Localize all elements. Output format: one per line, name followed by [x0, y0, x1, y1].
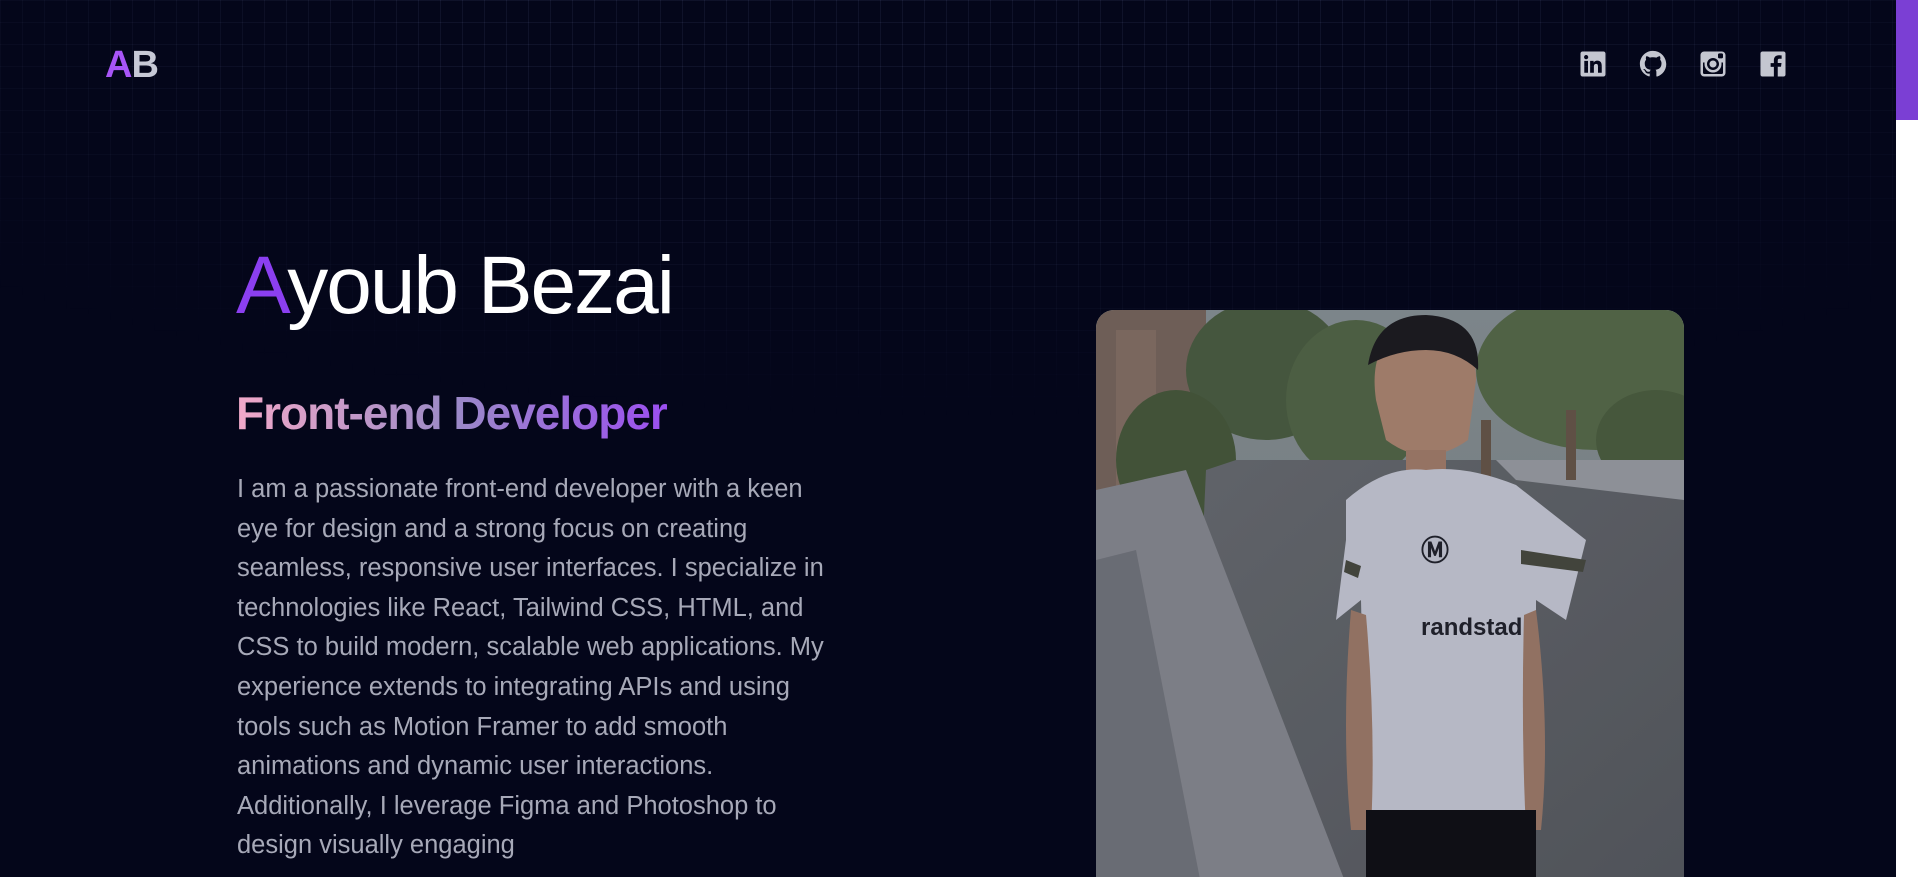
- social-links: [1578, 49, 1788, 79]
- github-icon: [1639, 50, 1667, 77]
- linkedin-icon: [1580, 51, 1606, 77]
- hero-role: Front-end Developer: [236, 387, 668, 439]
- profile-photo-image: randstad Ⓜ: [1096, 310, 1684, 877]
- linkedin-link[interactable]: [1578, 49, 1608, 79]
- logo-letter-a: A: [105, 44, 132, 86]
- facebook-icon: [1760, 51, 1786, 77]
- portfolio-page: AB Ayoub Bezai Front-end Developer I am …: [0, 0, 1918, 877]
- scrollbar[interactable]: [1896, 0, 1918, 877]
- profile-photo: randstad Ⓜ: [1096, 310, 1684, 877]
- site-logo[interactable]: AB: [105, 44, 159, 87]
- hero-name-first-letter: A: [236, 240, 289, 331]
- hero-name: Ayoub Bezai: [236, 245, 675, 327]
- logo-letter-b: B: [131, 44, 158, 86]
- hero-name-rest: youb Bezai: [287, 240, 675, 331]
- scrollbar-thumb[interactable]: [1896, 0, 1918, 120]
- github-link[interactable]: [1638, 49, 1668, 79]
- instagram-link[interactable]: [1698, 49, 1728, 79]
- instagram-icon: [1700, 51, 1726, 77]
- hero-bio: I am a passionate front-end developer wi…: [237, 475, 824, 860]
- facebook-link[interactable]: [1758, 49, 1788, 79]
